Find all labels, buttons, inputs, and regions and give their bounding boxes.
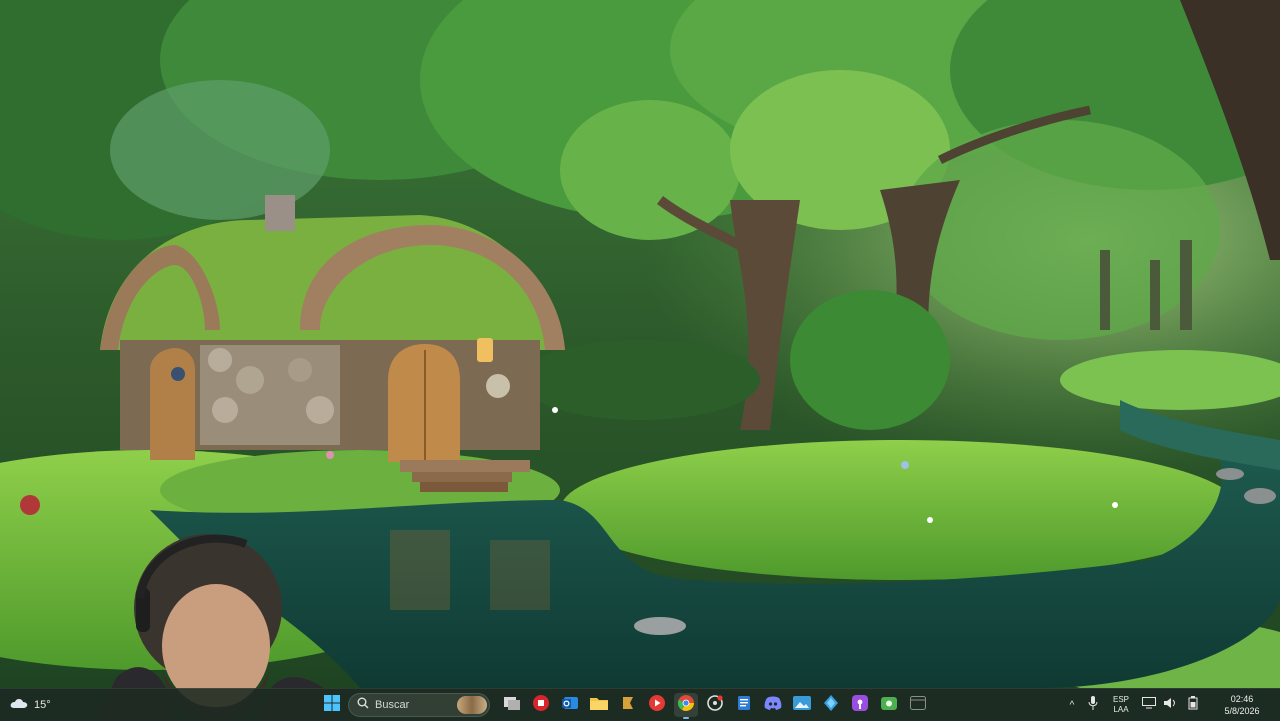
clock-time: 02:46 [1230, 694, 1254, 704]
taskbar-app-dim[interactable] [906, 693, 930, 717]
mail-icon [562, 695, 578, 716]
microphone-button[interactable] [1082, 689, 1104, 721]
taskbar-app-task-view[interactable] [500, 693, 524, 717]
weather-widget[interactable]: 15° [10, 695, 51, 715]
taskbar-app-notepad[interactable] [732, 693, 756, 717]
pinned-apps [500, 693, 930, 719]
task-view-icon [504, 696, 520, 715]
taskbar-app-antivirus[interactable] [529, 693, 553, 717]
diamond-icon [824, 694, 838, 716]
taskbar: 15° Buscar ^ ESP LAA 02:46 5/8/2026 [0, 688, 1280, 721]
play-icon [649, 694, 665, 716]
record-icon [707, 694, 723, 716]
monitor-icon [1142, 696, 1156, 714]
clock-date: 5/8/2026 [1224, 706, 1260, 716]
notepad-icon [737, 695, 751, 716]
camera-icon [881, 695, 897, 716]
tool-icon [621, 695, 635, 716]
taskbar-app-chrome[interactable] [674, 693, 698, 719]
photo-icon [793, 695, 811, 715]
taskbar-app-tool[interactable] [616, 693, 640, 717]
cloud-icon [10, 696, 28, 715]
taskbar-app-photos[interactable] [790, 693, 814, 717]
speaker-icon [1164, 696, 1178, 714]
language-indicator[interactable]: ESP LAA [1104, 695, 1138, 715]
taskbar-app-discord[interactable] [761, 693, 785, 717]
search-input[interactable]: Buscar [348, 693, 490, 717]
window-icon [910, 695, 926, 715]
search-icon [357, 696, 369, 714]
taskbar-app-outlook[interactable] [558, 693, 582, 717]
search-placeholder: Buscar [375, 699, 410, 711]
battery-icon [1188, 695, 1198, 715]
taskbar-app-recorder[interactable] [703, 693, 727, 717]
start-button[interactable] [320, 693, 344, 717]
battery-button[interactable] [1182, 689, 1204, 721]
shield-icon [533, 694, 549, 716]
taskbar-app-diamond[interactable] [819, 693, 843, 717]
show-hidden-icons-button[interactable]: ^ [1062, 700, 1082, 711]
taskbar-app-podcasts[interactable] [848, 693, 872, 717]
taskbar-app-media-player[interactable] [645, 693, 669, 717]
folder-icon [590, 696, 608, 715]
keyboard-layout: LAA [1113, 705, 1129, 714]
chrome-icon [677, 694, 694, 716]
system-tray: ^ ESP LAA 02:46 5/8/2026 [1062, 689, 1280, 721]
discord-icon [764, 696, 782, 715]
volume-button[interactable] [1160, 689, 1182, 721]
microphone-icon [1088, 695, 1098, 715]
search-highlight-image [457, 696, 487, 714]
taskbar-app-green[interactable] [877, 693, 901, 717]
taskbar-app-file-explorer[interactable] [587, 693, 611, 717]
windows-logo-icon [324, 694, 340, 716]
quick-settings-button[interactable] [1138, 689, 1160, 721]
podcast-icon [852, 694, 868, 716]
weather-temperature: 15° [34, 699, 51, 711]
clock-button[interactable]: 02:46 5/8/2026 [1204, 693, 1280, 717]
language-code: ESP [1112, 695, 1129, 704]
